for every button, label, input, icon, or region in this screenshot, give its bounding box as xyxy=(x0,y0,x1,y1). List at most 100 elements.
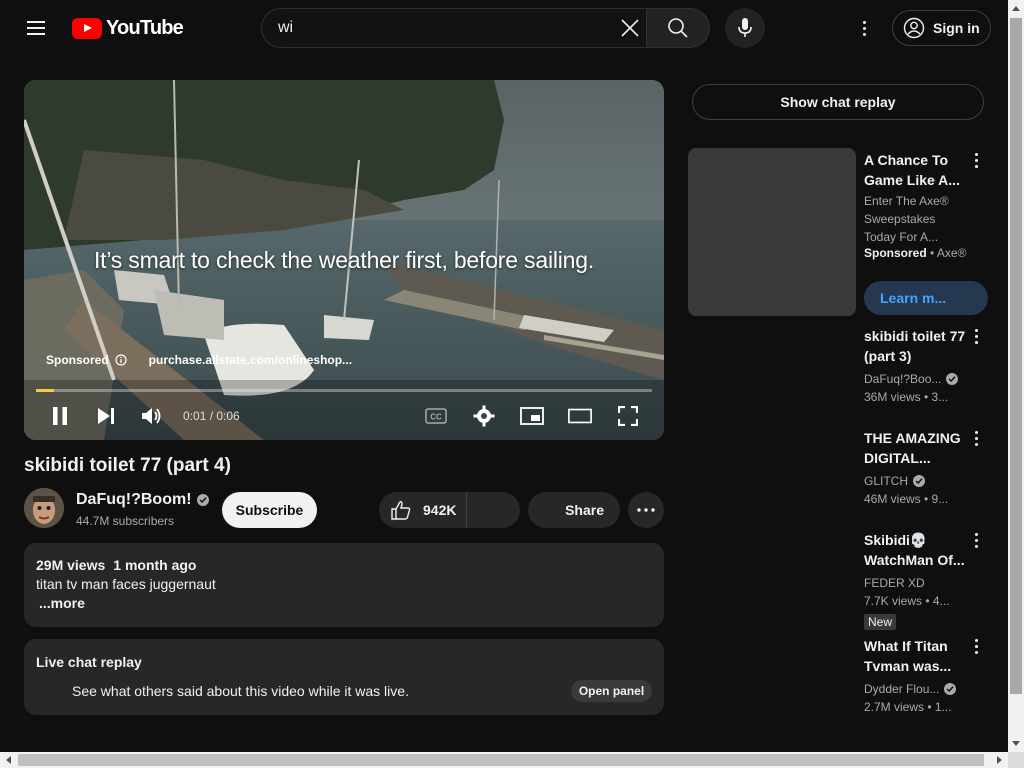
scroll-up-arrow-icon[interactable] xyxy=(1008,0,1024,16)
sponsor-url-link[interactable]: purchase.allstate.com/onlineshop... xyxy=(149,353,352,367)
recommendation-menu-icon[interactable] xyxy=(964,426,988,450)
menu-icon[interactable] xyxy=(20,12,52,44)
scroll-down-arrow-icon[interactable] xyxy=(1008,736,1024,752)
search-icon xyxy=(668,18,688,38)
scroll-left-arrow-icon[interactable] xyxy=(0,752,16,768)
scroll-right-arrow-icon[interactable] xyxy=(992,752,1008,768)
youtube-logo[interactable]: YouTube xyxy=(72,16,184,40)
recommendation-title[interactable]: Skibidi💀 WatchMan Of... xyxy=(864,530,974,570)
settings-more-icon[interactable] xyxy=(852,16,876,40)
video-player[interactable]: It’s smart to check the weather first, b… xyxy=(24,80,664,440)
youtube-play-icon xyxy=(72,17,102,39)
live-chat-text: See what others said about this video wh… xyxy=(72,683,409,699)
vertical-scrollbar-thumb[interactable] xyxy=(1010,18,1022,694)
show-more-link[interactable]: ...more xyxy=(39,595,652,611)
sign-in-label: Sign in xyxy=(933,20,980,36)
recommendation-menu-icon[interactable] xyxy=(964,324,988,348)
clear-search-icon[interactable] xyxy=(614,12,646,44)
more-actions-button[interactable] xyxy=(628,492,664,528)
horizontal-scrollbar-thumb[interactable] xyxy=(18,754,984,766)
subscriber-count: 44.7M subscribers xyxy=(76,514,175,528)
recommendation-title[interactable]: skibidi toilet 77 (part 3) xyxy=(864,326,974,366)
ad-caption: It’s smart to check the weather first, b… xyxy=(93,247,595,273)
ad-sponsor-row: Sponsored purchase.allstate.com/onlinesh… xyxy=(46,353,352,367)
new-badge: New xyxy=(864,614,897,630)
recommendation-title[interactable]: What If Titan Tvman was... xyxy=(864,636,974,676)
ad-sponsored-label: Sponsored xyxy=(864,246,927,260)
description-text: titan tv man faces juggernaut xyxy=(36,576,216,592)
ad-advertiser: • Axe® xyxy=(930,246,967,260)
show-chat-replay-button[interactable]: Show chat replay xyxy=(692,84,984,120)
description-meta: 29M views 1 month ago xyxy=(36,557,652,573)
ad-thumbnail[interactable] xyxy=(688,148,856,316)
open-panel-button[interactable]: Open panel xyxy=(571,680,652,702)
recommendation-stats: 7.7K views • 4... xyxy=(864,594,950,608)
microphone-icon xyxy=(738,18,752,37)
live-chat-replay-box: Live chat replay See what others said ab… xyxy=(24,639,664,715)
more-horizontal-icon xyxy=(637,508,655,512)
info-icon[interactable] xyxy=(115,354,127,366)
live-chat-title: Live chat replay xyxy=(36,654,142,670)
recommendation-item[interactable]: skibidi toilet 77 (part 3) DaFuq!?Boo...… xyxy=(864,326,974,406)
description-box[interactable]: 29M views 1 month ago titan tv man faces … xyxy=(24,543,664,627)
voice-search-button[interactable] xyxy=(725,8,765,48)
recommendation-title[interactable]: THE AMAZING DIGITAL... xyxy=(864,428,974,468)
search-box xyxy=(261,8,647,48)
account-icon xyxy=(903,17,925,39)
dislike-button[interactable] xyxy=(467,492,519,528)
pause-icon[interactable] xyxy=(48,404,72,428)
time-display: 0:01 / 0:06 xyxy=(183,409,240,423)
recommendation-channel: FEDER XD xyxy=(864,574,974,592)
settings-gear-icon[interactable] xyxy=(472,404,496,428)
recommendation-item[interactable]: What If Titan Tvman was... Dydder Flou..… xyxy=(864,636,974,716)
player-controls: 0:01 / 0:06 CC xyxy=(24,396,664,440)
logo-text: YouTube xyxy=(106,16,184,39)
channel-text: Dydder Flou... xyxy=(864,682,940,696)
recommendation-stats: 36M views • 3... xyxy=(864,390,949,404)
ad-description: Enter The Axe® Sweepstakes Today For A..… xyxy=(864,194,949,244)
sponsored-label: Sponsored xyxy=(46,353,109,367)
search-button[interactable] xyxy=(646,8,710,48)
theater-mode-icon[interactable] xyxy=(568,404,592,428)
next-icon[interactable] xyxy=(94,404,118,428)
channel-name-text: DaFuq!?Boom! xyxy=(76,491,192,508)
view-count: 29M views xyxy=(36,557,106,573)
channel-text: GLITCH xyxy=(864,474,909,488)
recommendation-channel: Dydder Flou... xyxy=(864,680,974,698)
captions-icon[interactable]: CC xyxy=(424,404,448,428)
channel-avatar[interactable] xyxy=(24,488,64,528)
recommendation-item[interactable]: THE AMAZING DIGITAL... GLITCH 46M views … xyxy=(864,428,974,508)
subscribe-button[interactable]: Subscribe xyxy=(222,492,317,528)
verified-icon xyxy=(944,683,957,695)
recommendation-menu-icon[interactable] xyxy=(964,528,988,552)
search-input[interactable] xyxy=(278,9,608,47)
ad-menu-icon[interactable] xyxy=(964,148,988,172)
video-title: skibidi toilet 77 (part 4) xyxy=(24,455,231,476)
recommendation-item[interactable]: Skibidi💀 WatchMan Of... FEDER XD 7.7K vi… xyxy=(864,530,974,631)
fullscreen-icon[interactable] xyxy=(616,404,640,428)
like-count: 942K xyxy=(423,502,457,518)
like-dislike-group: 942K xyxy=(379,492,520,528)
upload-age: 1 month ago xyxy=(113,557,197,573)
volume-icon[interactable] xyxy=(140,404,164,428)
recommendation-stats: 46M views • 9... xyxy=(864,492,949,506)
learn-more-button[interactable]: Learn m... xyxy=(864,281,988,315)
channel-name[interactable]: DaFuq!?Boom! xyxy=(76,491,209,509)
ad-title[interactable]: A Chance To Game Like A... xyxy=(864,150,964,190)
like-button[interactable]: 942K xyxy=(379,492,467,528)
miniplayer-icon[interactable] xyxy=(520,404,544,428)
progress-bar[interactable] xyxy=(36,389,652,392)
progress-fill xyxy=(36,389,54,392)
recommendation-stats: 2.7M views • 1... xyxy=(864,700,952,714)
recommendation-channel: DaFuq!?Boo... xyxy=(864,370,974,388)
verified-icon xyxy=(196,494,209,506)
channel-text: FEDER XD xyxy=(864,576,925,590)
recommendation-channel: GLITCH xyxy=(864,472,974,490)
thumbs-up-icon xyxy=(391,501,411,520)
ad-sponsored-line: Sponsored • Axe® xyxy=(864,246,966,260)
sign-in-button[interactable]: Sign in xyxy=(892,10,991,46)
recommendation-menu-icon[interactable] xyxy=(964,634,988,658)
svg-text:CC: CC xyxy=(430,413,442,422)
share-button[interactable]: Share xyxy=(528,492,620,528)
channel-text: DaFuq!?Boo... xyxy=(864,372,942,386)
